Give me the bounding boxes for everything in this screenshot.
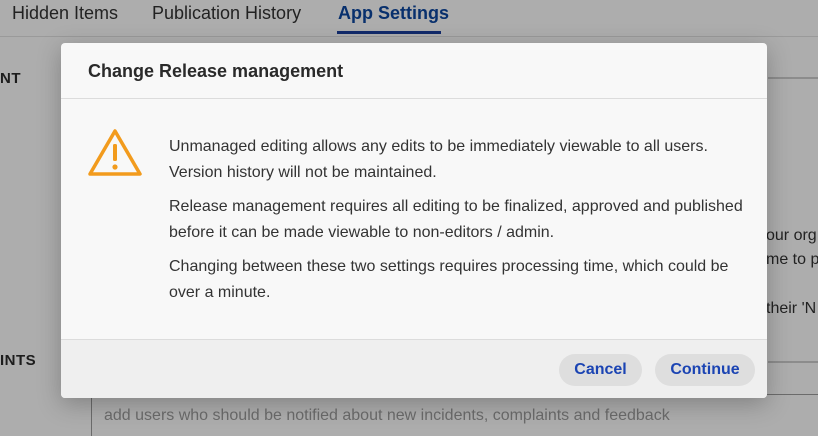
- dialog-paragraph: Changing between these two settings requ…: [169, 258, 729, 301]
- warning-triangle-icon: [88, 129, 142, 176]
- continue-button[interactable]: Continue: [655, 354, 755, 386]
- dialog-footer: Cancel Continue: [61, 339, 767, 398]
- dialog-title: Change Release management: [88, 61, 344, 81]
- dialog-paragraph: Release management requires all editing …: [169, 198, 743, 241]
- dialog-body: Unmanaged editing allows any edits to be…: [169, 134, 754, 314]
- cancel-button[interactable]: Cancel: [559, 354, 642, 386]
- dialog-header: Change Release management: [61, 43, 767, 99]
- dialog-paragraph: Unmanaged editing allows any edits to be…: [169, 138, 708, 181]
- change-release-dialog: Change Release management Unmanaged edit…: [61, 43, 767, 398]
